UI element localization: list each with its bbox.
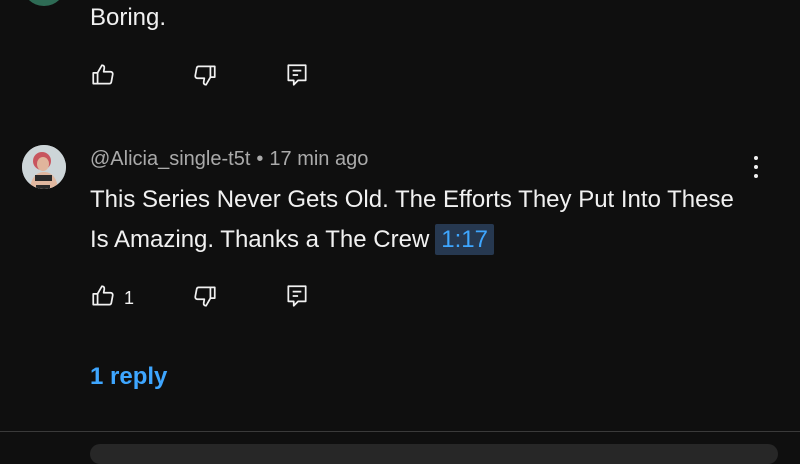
like-button[interactable]: 1 <box>90 283 192 313</box>
divider <box>0 431 800 432</box>
timestamp-link[interactable]: 1:17 <box>435 224 494 255</box>
previous-comment-avatar[interactable] <box>22 0 66 6</box>
meta-separator: • <box>256 148 264 170</box>
comment-author[interactable]: @Alicia_single-t5t <box>90 148 250 170</box>
replies-toggle[interactable]: 1 reply <box>90 363 167 391</box>
thumbs-down-icon <box>192 62 218 93</box>
comment-input-bar[interactable] <box>90 444 778 464</box>
thumbs-down-icon <box>192 283 218 314</box>
reply-button[interactable] <box>284 283 310 313</box>
avatar[interactable] <box>22 145 66 189</box>
reply-button[interactable] <box>284 62 310 92</box>
comment-text-content: This Series Never Gets Old. The Efforts … <box>90 186 734 253</box>
dislike-button[interactable] <box>192 283 284 313</box>
comment-actions: 1 <box>90 283 310 313</box>
previous-comment-actions <box>90 62 310 92</box>
more-vertical-icon <box>754 156 758 178</box>
avatar-image <box>22 145 66 189</box>
previous-comment-text: Boring. <box>90 4 167 31</box>
like-button[interactable] <box>90 62 192 92</box>
dislike-button[interactable] <box>192 62 284 92</box>
more-options-button[interactable] <box>744 150 768 184</box>
comment-meta: @Alicia_single-t5t • 17 min ago <box>90 148 368 171</box>
comment-text: This Series Never Gets Old. The Efforts … <box>90 180 740 260</box>
reply-icon <box>284 283 310 314</box>
comment-time: 17 min ago <box>269 148 369 170</box>
thumbs-up-icon <box>90 62 116 93</box>
thumbs-up-icon <box>90 283 116 314</box>
like-count: 1 <box>124 287 135 308</box>
reply-icon <box>284 62 310 93</box>
